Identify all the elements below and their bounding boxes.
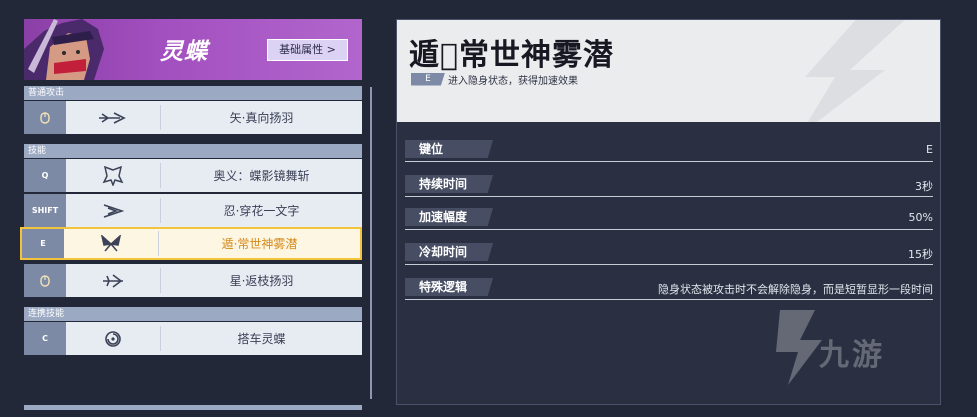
prop-value: E [926,143,933,156]
section-basic-attack: 普通攻击 [24,86,362,100]
skill-name: 矢·真向扬羽 [229,111,294,125]
hero-banner: 灵蝶 基础属性 > [24,19,362,80]
prop-row: 特殊逻辑 隐身状态被攻击时不会解除隐身，而是短暂显形一段时间 [405,278,933,300]
prop-row: 加速幅度 50% [405,208,933,230]
skill-row-q[interactable]: Q 奥义：蝶影镜舞斩 [24,159,362,192]
lightning-bolt-icon [805,20,905,122]
skill-name: 星·返枝扬羽 [229,274,294,288]
skill-row-basic[interactable]: 矢·真向扬羽 [24,101,362,134]
arrow-feather-icon [66,105,161,130]
prop-value: 3秒 [915,180,933,193]
prop-label: 特殊逻辑 [405,278,493,296]
prop-value: 15秒 [908,248,933,261]
prop-value: 50% [908,211,933,224]
key-label: C [24,322,66,355]
key-label: E [22,229,64,258]
wing-slash-icon [66,198,161,223]
swirl-icon [66,326,161,351]
skill-name: 奥义：蝶影镜舞斩 [213,169,310,183]
skill-title: 遁􀀀常世神雾潜 [409,38,615,73]
skill-row-shift[interactable]: SHIFT 忍·穿花一文字 [24,194,362,227]
butterfly-icon [64,231,159,256]
scrollbar[interactable] [370,87,372,399]
butterfly-mask-icon [66,163,161,188]
prop-label: 冷却时间 [405,243,493,261]
character-skill-page: 灵蝶 基础属性 > 普通攻击 矢·真向扬羽 技能 Q 奥义：蝶影镜舞斩 SHIF… [0,0,977,417]
skill-row-alt[interactable]: 星·返枝扬羽 [24,264,362,297]
skill-list-panel: 灵蝶 基础属性 > 普通攻击 矢·真向扬羽 技能 Q 奥义：蝶影镜舞斩 SHIF… [20,19,362,417]
base-attributes-button[interactable]: 基础属性 > [267,39,348,61]
skill-name: 忍·穿花一文字 [223,204,300,218]
key-label: SHIFT [24,194,66,227]
skill-description: 进入隐身状态，获得加速效果 [448,75,578,87]
section-combo: 连携技能 [24,307,362,321]
prop-row: 键位 E [405,140,933,162]
prop-label: 键位 [405,140,493,158]
watermark-text: 九游 [819,338,885,373]
list-bottom-bar [24,405,362,410]
skill-key-badge: E [411,72,445,86]
skill-description-row: E 进入隐身状态，获得加速效果 [411,72,578,87]
prop-label: 持续时间 [405,175,493,193]
section-skills: 技能 [24,144,362,158]
prop-label: 加速幅度 [405,208,493,226]
skill-name: 搭车灵蝶 [237,332,286,346]
skill-name: 遁·常世神雾潜 [221,237,298,251]
prop-row: 持续时间 3秒 [405,175,933,197]
skill-detail-header: 遁􀀀常世神雾潜 E 进入隐身状态，获得加速效果 [397,20,940,122]
skill-row-c[interactable]: C 搭车灵蝶 [24,322,362,355]
key-label: Q [24,159,66,192]
character-name: 灵蝶 [160,39,208,65]
skill-row-e-selected[interactable]: E 遁·常世神雾潜 [20,227,362,260]
character-portrait-icon [24,19,104,80]
mouse-key-icon [24,101,66,134]
prop-row: 冷却时间 15秒 [405,243,933,265]
prop-value: 隐身状态被攻击时不会解除隐身，而是短暂显形一段时间 [658,283,933,296]
star-feather-icon [66,268,161,293]
mouse-key-icon [24,264,66,297]
